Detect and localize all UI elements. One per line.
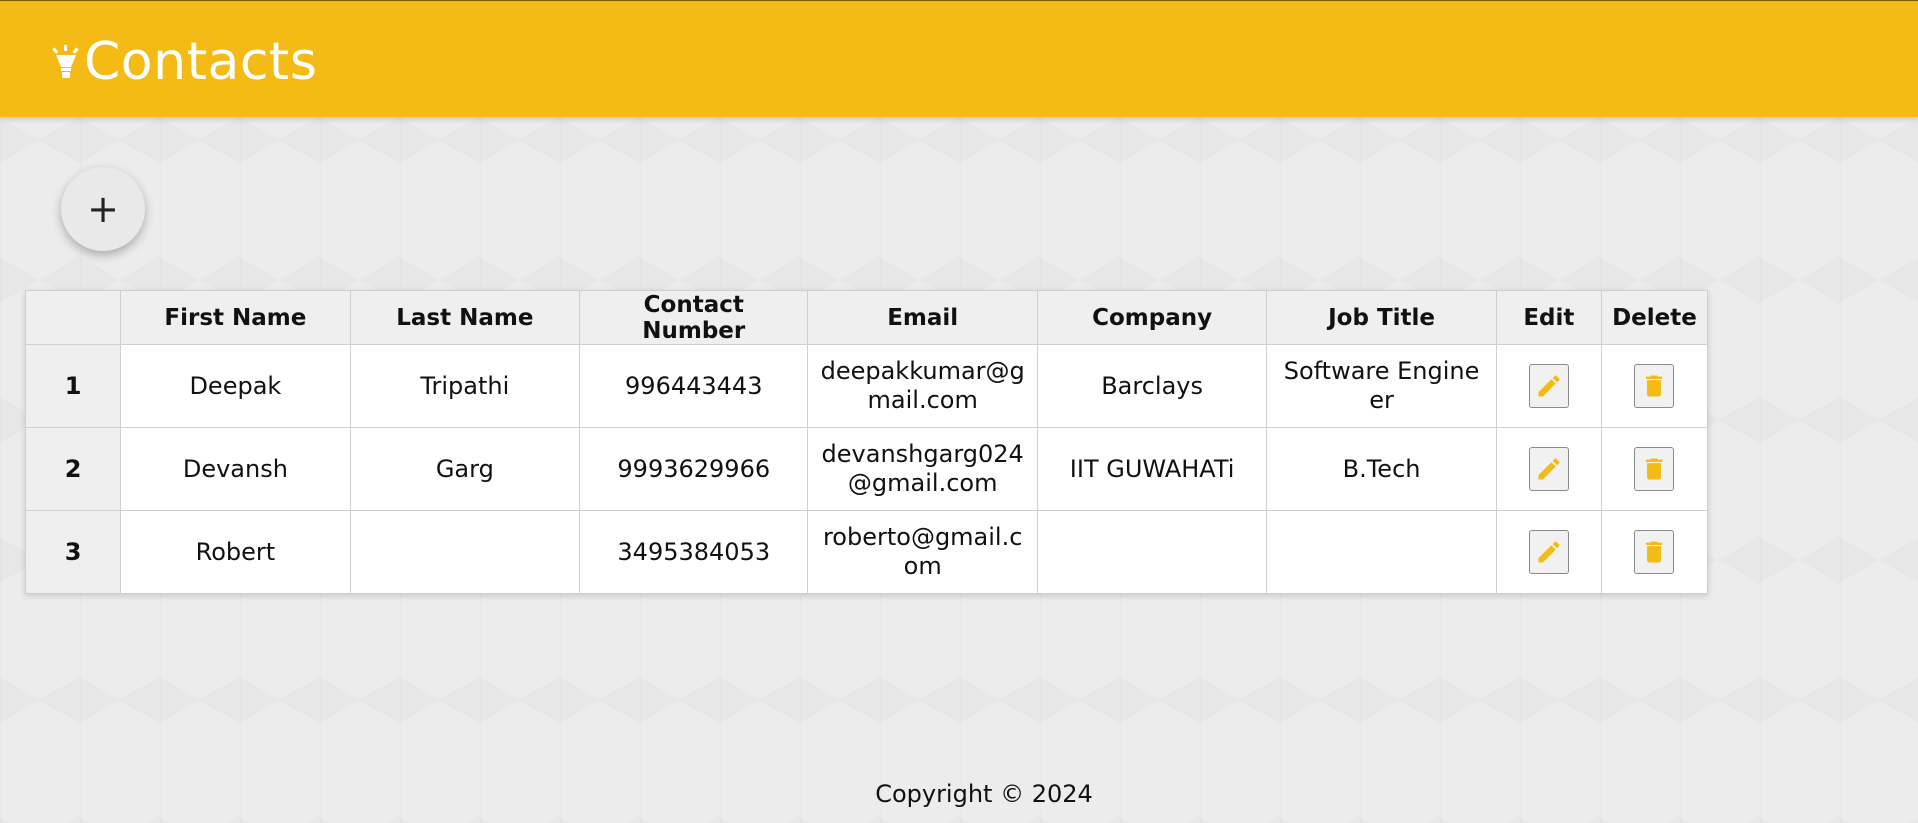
first-name-cell: Devansh bbox=[120, 427, 351, 511]
job-title-cell: Software Engineer bbox=[1266, 344, 1497, 428]
contact-number-cell: 9993629966 bbox=[579, 427, 809, 511]
last-name-cell: Garg bbox=[349, 427, 581, 511]
edit-button[interactable] bbox=[1528, 530, 1569, 574]
company-cell: Barclays bbox=[1036, 344, 1268, 428]
table-row: 3 Robert 3495384053 roberto@gmail.com bbox=[24, 510, 1709, 594]
table-row: 1 Deepak Tripathi 996443443 deepakkumar@… bbox=[24, 344, 1709, 428]
edit-cell bbox=[1495, 510, 1602, 594]
email-cell: deepakkumar@gmail.com bbox=[807, 344, 1038, 428]
delete-cell bbox=[1600, 427, 1709, 511]
edit-cell bbox=[1495, 427, 1602, 511]
company-cell: IIT GUWAHATi bbox=[1036, 427, 1268, 511]
pencil-icon bbox=[1538, 541, 1560, 563]
company-cell bbox=[1036, 510, 1268, 594]
trash-icon bbox=[1646, 541, 1663, 563]
pencil-icon bbox=[1538, 458, 1560, 480]
column-header-last-name: Last Name bbox=[349, 290, 581, 345]
first-name-cell: Deepak bbox=[120, 344, 351, 428]
row-index: 1 bbox=[24, 344, 122, 428]
trash-icon bbox=[1646, 458, 1663, 480]
email-cell: roberto@gmail.com bbox=[807, 510, 1038, 594]
job-title-cell bbox=[1266, 510, 1497, 594]
column-header-edit: Edit bbox=[1495, 290, 1602, 345]
email-cell: devanshgarg024@gmail.com bbox=[807, 427, 1038, 511]
delete-cell bbox=[1600, 510, 1709, 594]
edit-cell bbox=[1495, 344, 1602, 428]
column-header-delete: Delete bbox=[1600, 290, 1709, 345]
contact-number-cell: 3495384053 bbox=[579, 510, 809, 594]
footer-copyright: Copyright © 2024 bbox=[875, 780, 1093, 808]
contact-number-cell: 996443443 bbox=[579, 344, 809, 428]
row-index: 2 bbox=[24, 427, 122, 511]
table-row: 2 Devansh Garg 9993629966 devanshgarg024… bbox=[24, 427, 1709, 511]
delete-button[interactable] bbox=[1634, 447, 1675, 491]
delete-button[interactable] bbox=[1634, 364, 1675, 408]
column-header-company: Company bbox=[1036, 290, 1268, 345]
lightbulb-icon bbox=[52, 45, 79, 78]
column-header-contact-number: Contact Number bbox=[579, 290, 809, 345]
plus-icon: + bbox=[87, 187, 119, 231]
column-header-index bbox=[24, 290, 122, 345]
pencil-icon bbox=[1538, 375, 1560, 397]
column-header-email: Email bbox=[807, 290, 1038, 345]
app-title: Contacts bbox=[84, 32, 318, 92]
edit-button[interactable] bbox=[1528, 447, 1569, 491]
column-header-first-name: First Name bbox=[120, 290, 351, 345]
column-header-job-title: Job Title bbox=[1266, 290, 1497, 345]
table-header-row: First Name Last Name Contact Number Emai… bbox=[24, 290, 1709, 345]
last-name-cell: Tripathi bbox=[349, 344, 581, 428]
edit-button[interactable] bbox=[1528, 364, 1569, 408]
row-index: 3 bbox=[24, 510, 122, 594]
first-name-cell: Robert bbox=[120, 510, 351, 594]
app-header: Contacts bbox=[0, 0, 1918, 117]
last-name-cell bbox=[349, 510, 581, 594]
job-title-cell: B.Tech bbox=[1266, 427, 1497, 511]
contacts-table: First Name Last Name Contact Number Emai… bbox=[24, 290, 1709, 594]
add-contact-button[interactable]: + bbox=[61, 167, 145, 251]
delete-cell bbox=[1600, 344, 1709, 428]
trash-icon bbox=[1646, 375, 1663, 397]
delete-button[interactable] bbox=[1634, 530, 1675, 574]
